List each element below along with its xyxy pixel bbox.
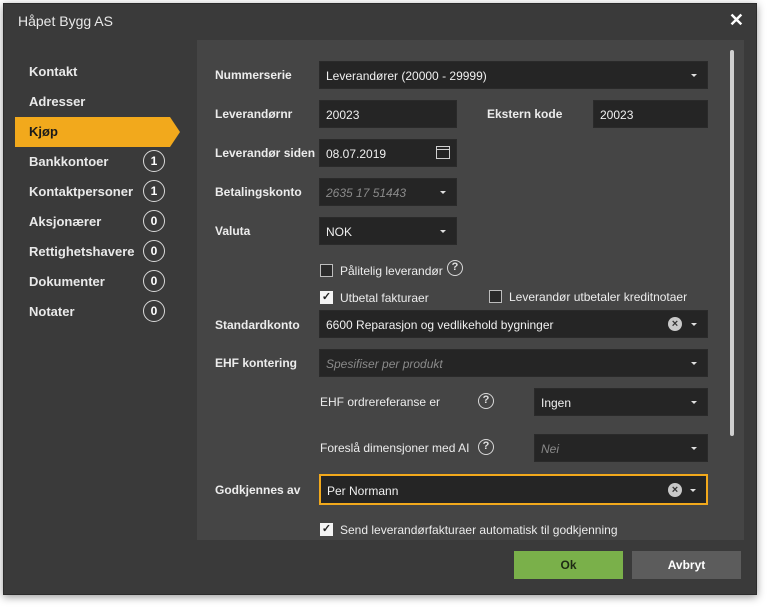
- ehf-ordreref-select[interactable]: Ingen: [534, 388, 708, 416]
- sidebar-item-aksjonaerer[interactable]: Aksjonærer 0: [15, 207, 195, 237]
- chevron-down-icon: [440, 230, 446, 233]
- scrollbar[interactable]: [730, 50, 734, 436]
- kreditnotaer-label: Leverandør utbetaler kreditnotaer: [509, 290, 688, 304]
- sidebar-item-kjop[interactable]: Kjøp: [15, 117, 180, 147]
- foresla-dim-placeholder: Nei: [541, 442, 560, 456]
- titlebar: Håpet Bygg AS ✕: [4, 4, 756, 40]
- sidebar-item-label: Notater: [29, 304, 75, 319]
- chevron-down-icon: [691, 447, 697, 450]
- standardkonto-value: 6600 Reparasjon og vedlikehold bygninger: [326, 318, 554, 332]
- sidebar-item-label: Kjøp: [29, 124, 58, 139]
- ekstern-kode-value: 20023: [600, 108, 634, 122]
- chevron-down-icon: [691, 323, 697, 326]
- utbetal-label: Utbetal fakturaer: [340, 291, 429, 305]
- foresla-dim-select[interactable]: Nei: [534, 434, 708, 462]
- count-badge: 1: [143, 180, 165, 202]
- standardkonto-select[interactable]: 6600 Reparasjon og vedlikehold bygninger…: [319, 310, 708, 338]
- clear-icon[interactable]: ×: [668, 483, 682, 497]
- godkjennes-label: Godkjennes av: [215, 483, 301, 497]
- ekstern-kode-input[interactable]: 20023: [593, 100, 708, 128]
- sidebar: Kontakt Adresser Kjøp Bankkontoer 1 Konta…: [4, 40, 197, 540]
- valuta-label: Valuta: [215, 224, 251, 238]
- chevron-down-icon: [691, 401, 697, 404]
- palitelig-checkbox[interactable]: [320, 264, 333, 277]
- godkjennes-select[interactable]: Per Normann ×: [319, 474, 708, 505]
- leverandor-siden-value: 08.07.2019: [326, 147, 387, 161]
- leverandornr-input[interactable]: 20023: [319, 100, 457, 128]
- sidebar-item-label: Dokumenter: [29, 274, 105, 289]
- help-icon[interactable]: ?: [478, 393, 494, 409]
- sidebar-item-bankkontoer[interactable]: Bankkontoer 1: [15, 147, 195, 177]
- foresla-dim-label: Foreslå dimensjoner med AI: [320, 441, 470, 455]
- ekstern-kode-label: Ekstern kode: [487, 107, 563, 121]
- ehf-ordreref-label: EHF ordrereferanse er: [320, 395, 441, 409]
- ehf-kontering-label: EHF kontering: [215, 356, 298, 370]
- utbetal-checkbox[interactable]: ✓: [320, 291, 333, 304]
- count-badge: 0: [143, 300, 165, 322]
- leverandor-siden-date[interactable]: 08.07.2019: [319, 139, 457, 167]
- sidebar-item-label: Kontaktpersoner: [29, 184, 134, 199]
- close-icon[interactable]: ✕: [729, 10, 744, 31]
- leverandor-siden-label: Leverandør siden: [215, 146, 316, 160]
- sidebar-item-dokumenter[interactable]: Dokumenter 0: [15, 267, 195, 297]
- betalingskonto-label: Betalingskonto: [215, 185, 302, 199]
- help-icon[interactable]: ?: [447, 260, 463, 276]
- cancel-button[interactable]: Avbryt: [632, 551, 741, 579]
- sidebar-item-adresser[interactable]: Adresser: [15, 87, 195, 117]
- ok-button[interactable]: Ok: [514, 551, 623, 579]
- sidebar-item-kontaktpersoner[interactable]: Kontaktpersoner 1: [15, 177, 195, 207]
- palitelig-label: Pålitelig leverandør: [340, 264, 443, 278]
- help-icon[interactable]: ?: [478, 439, 494, 455]
- leverandornr-label: Leverandørnr: [215, 107, 293, 121]
- valuta-value: NOK: [326, 225, 353, 239]
- leverandornr-value: 20023: [326, 108, 360, 122]
- chevron-down-icon: [691, 74, 697, 77]
- kreditnotaer-checkbox[interactable]: [489, 290, 502, 303]
- send-auto-label: Send leverandørfakturaer automatisk til …: [340, 523, 618, 537]
- betalingskonto-select[interactable]: 2635 17 51443: [319, 178, 457, 206]
- chevron-down-icon: [690, 489, 696, 492]
- chevron-down-icon: [691, 362, 697, 365]
- clear-icon[interactable]: ×: [668, 317, 682, 331]
- form-panel: Nummerserie Leverandører (20000 - 29999)…: [197, 40, 744, 540]
- count-badge: 1: [143, 150, 165, 172]
- sidebar-item-rettighetshavere[interactable]: Rettighetshavere 0: [15, 237, 195, 267]
- sidebar-item-label: Aksjonærer: [29, 214, 102, 229]
- ehf-kontering-select[interactable]: Spesifiser per produkt: [319, 349, 708, 377]
- sidebar-item-label: Rettighetshavere: [29, 244, 135, 259]
- count-badge: 0: [143, 270, 165, 292]
- chevron-down-icon: [440, 191, 446, 194]
- betalingskonto-placeholder: 2635 17 51443: [326, 186, 407, 200]
- sidebar-item-label: Kontakt: [29, 64, 78, 79]
- ehf-kontering-placeholder: Spesifiser per produkt: [326, 357, 443, 371]
- valuta-select[interactable]: NOK: [319, 217, 457, 245]
- nummerserie-label: Nummerserie: [215, 68, 292, 82]
- dialog-title: Håpet Bygg AS: [18, 13, 113, 29]
- send-auto-checkbox[interactable]: ✓: [320, 523, 333, 536]
- sidebar-item-notater[interactable]: Notater 0: [15, 297, 195, 327]
- count-badge: 0: [143, 240, 165, 262]
- nummerserie-select[interactable]: Leverandører (20000 - 29999): [319, 61, 708, 89]
- calendar-icon[interactable]: [436, 146, 450, 159]
- sidebar-item-label: Bankkontoer: [29, 154, 109, 169]
- sidebar-item-label: Adresser: [29, 94, 86, 109]
- sidebar-item-kontakt[interactable]: Kontakt: [15, 57, 195, 87]
- standardkonto-label: Standardkonto: [215, 318, 300, 332]
- ehf-ordreref-value: Ingen: [541, 396, 572, 410]
- nummerserie-value: Leverandører (20000 - 29999): [326, 69, 487, 83]
- dialog: Håpet Bygg AS ✕ Kontakt Adresser Kjøp Ba…: [3, 3, 757, 595]
- godkjennes-value: Per Normann: [327, 484, 399, 498]
- count-badge: 0: [143, 210, 165, 232]
